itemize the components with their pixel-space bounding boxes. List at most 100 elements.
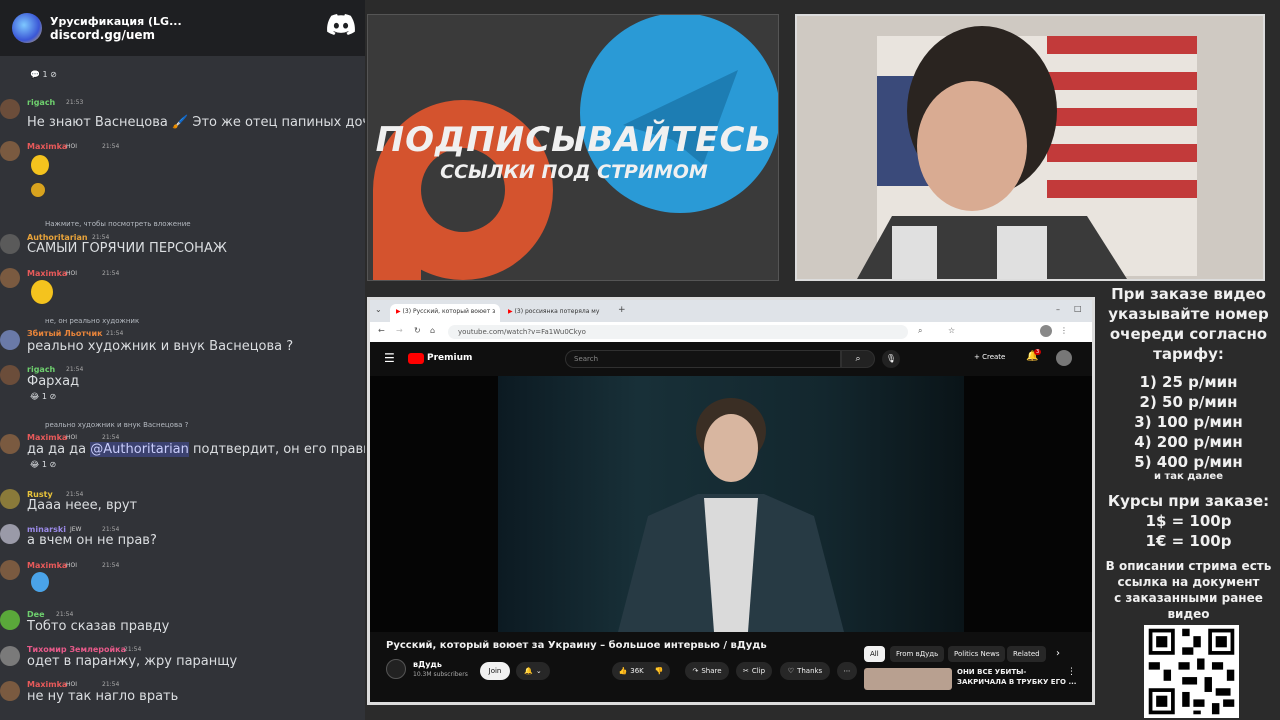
maximize-icon[interactable]: □ bbox=[1074, 304, 1082, 313]
chip-from-channel[interactable]: From вДудь bbox=[890, 646, 945, 662]
avatar bbox=[0, 610, 20, 630]
reaction[interactable]: 💬 1 ⊘ bbox=[30, 70, 57, 79]
notification-count-badge: 3 bbox=[1034, 349, 1042, 355]
video-frame bbox=[498, 376, 964, 632]
recommended-thumbnail[interactable] bbox=[864, 668, 952, 690]
server-name: Урусификация (LG... bbox=[50, 14, 182, 28]
emoji-face-icon bbox=[30, 571, 50, 593]
youtube-logo-icon[interactable] bbox=[408, 353, 424, 364]
search-input[interactable]: Search bbox=[565, 350, 841, 368]
browser-tab[interactable]: ▶ (3) россиянка потеряла му bbox=[502, 304, 610, 322]
message-text: не ну так нагло врать bbox=[27, 689, 179, 704]
rate-line: 1€ = 100р bbox=[1145, 532, 1232, 550]
minimize-icon[interactable]: – bbox=[1056, 305, 1060, 314]
username[interactable]: Dee bbox=[27, 610, 45, 619]
profile-icon[interactable] bbox=[1040, 325, 1052, 337]
message-text: Не знают Васнецова 🖌️ Это же отец папины… bbox=[27, 115, 365, 130]
username[interactable]: Maximka bbox=[27, 433, 67, 442]
more-actions-icon[interactable]: ⋯ bbox=[837, 662, 857, 680]
search-icon[interactable]: ⌕ bbox=[841, 350, 875, 368]
avatar bbox=[0, 234, 20, 254]
recommended-title-line2[interactable]: ЗАКРИЧАЛА В ТРУБКУ ЕГО ... bbox=[957, 678, 1076, 686]
create-button[interactable]: + Create bbox=[974, 353, 1005, 361]
avatar bbox=[0, 681, 20, 701]
channel-name[interactable]: вДудь bbox=[413, 660, 442, 669]
avatar bbox=[0, 330, 20, 350]
avatar[interactable] bbox=[1056, 350, 1072, 366]
reaction[interactable]: 😂 1 ⊘ bbox=[30, 460, 56, 469]
youtube-header: ☰ Premium Search ⌕ 🎙 + Create 🔔 3 bbox=[370, 342, 1092, 376]
description-line: В описании стрима есть bbox=[1105, 559, 1272, 573]
info-line: указывайте номер bbox=[1108, 305, 1269, 323]
chip-all[interactable]: All bbox=[864, 646, 885, 662]
thumbs-up-icon: 👍 bbox=[618, 667, 628, 675]
chevron-right-icon[interactable]: › bbox=[1056, 648, 1060, 659]
home-icon[interactable]: ⌂ bbox=[430, 326, 435, 335]
tariff-line: 1) 25 р/мин bbox=[1139, 373, 1238, 391]
channel-avatar[interactable] bbox=[386, 659, 406, 679]
invite-link[interactable]: discord.gg/uem bbox=[50, 28, 182, 42]
url-input[interactable]: youtube.com/watch?v=Fa1Wu0Ckyo bbox=[448, 325, 908, 339]
username[interactable]: rigach bbox=[27, 365, 55, 374]
join-button[interactable]: Join bbox=[480, 662, 510, 680]
timestamp: 21:53 bbox=[66, 99, 84, 106]
bell-icon: 🔔 bbox=[524, 667, 533, 675]
message-text: Дааа неее, врут bbox=[27, 498, 138, 513]
avatar bbox=[0, 524, 20, 544]
username[interactable]: Тихомир Землеройка bbox=[27, 645, 126, 654]
zoom-icon[interactable]: ⌕ bbox=[918, 326, 922, 336]
message-text: Фархад bbox=[27, 374, 80, 389]
reload-icon[interactable]: ↻ bbox=[414, 326, 421, 335]
thanks-icon: ♡ bbox=[787, 667, 795, 675]
microphone-icon[interactable]: 🎙 bbox=[882, 350, 900, 368]
chat-header: Урусификация (LG... discord.gg/uem bbox=[0, 0, 365, 56]
avatar bbox=[0, 560, 20, 580]
tariff-etc: и так далее bbox=[1153, 471, 1223, 482]
hoi-badge: HOI bbox=[66, 143, 78, 150]
mention[interactable]: @Authoritarian bbox=[90, 442, 189, 457]
browser-tab-active[interactable]: ▶ (3) Русский, который воюет з bbox=[390, 304, 500, 322]
info-line: тарифу: bbox=[1153, 345, 1224, 363]
hamburger-menu-icon[interactable]: ☰ bbox=[384, 351, 395, 365]
username[interactable]: rigach bbox=[27, 98, 55, 107]
address-bar-row: ← → ↻ ⌂ youtube.com/watch?v=Fa1Wu0Ckyo ⌕… bbox=[370, 322, 1092, 342]
username[interactable]: Maximka bbox=[27, 269, 67, 278]
thanks-button[interactable]: ♡ Thanks bbox=[780, 662, 830, 680]
youtube-premium-logo[interactable]: Premium bbox=[427, 353, 472, 363]
clip-button[interactable]: ✂ Clip bbox=[736, 662, 772, 680]
scissors-icon: ✂ bbox=[742, 667, 749, 675]
discord-icon bbox=[327, 14, 355, 35]
reply-preview[interactable]: Нажмите, чтобы посмотреть вложение bbox=[45, 220, 191, 228]
tab-menu-icon[interactable]: ⌄ bbox=[375, 305, 382, 314]
message-text: САМЫИ ГОРЯЧИИ ПЕРСОНАЖ bbox=[27, 241, 227, 256]
username[interactable]: Maximka bbox=[27, 142, 67, 151]
avatar bbox=[0, 99, 20, 119]
reply-preview[interactable]: не, он реально художник bbox=[45, 317, 139, 325]
back-icon[interactable]: ← bbox=[378, 326, 385, 335]
bookmark-star-icon[interactable]: ☆ bbox=[948, 326, 955, 335]
info-line: очереди согласно bbox=[1109, 325, 1268, 343]
browser-window: ▶ (3) Русский, который воюет з ▶ (3) рос… bbox=[367, 297, 1095, 705]
description-line: ссылка на документ bbox=[1117, 575, 1260, 589]
reaction[interactable]: 😂 1 ⊘ bbox=[30, 392, 56, 401]
jew-badge: JEW bbox=[70, 526, 82, 533]
more-options-icon[interactable]: ⋮ bbox=[1067, 667, 1076, 677]
subscribe-bell-button[interactable]: 🔔 ⌄ bbox=[516, 662, 550, 680]
username[interactable]: Maximka bbox=[27, 561, 67, 570]
reply-preview[interactable]: реально художник и внук Васнецова ? bbox=[45, 421, 188, 429]
browser-menu-icon[interactable]: ⋮ bbox=[1060, 326, 1068, 335]
new-tab-icon[interactable]: + bbox=[618, 305, 626, 315]
forward-icon[interactable]: → bbox=[396, 326, 403, 335]
avatar bbox=[0, 268, 20, 288]
recommended-title-line1[interactable]: ОНИ ВСЕ УБИТЫ- bbox=[957, 668, 1026, 676]
username[interactable]: Збитый Льотчик bbox=[27, 329, 103, 338]
video-player[interactable] bbox=[370, 376, 1092, 632]
description-line: с заказанными ранее bbox=[1114, 591, 1263, 605]
description-line: видео bbox=[1167, 607, 1210, 621]
like-button[interactable]: 👍 36K 👎 bbox=[612, 662, 670, 680]
share-button[interactable]: ↷ Share bbox=[685, 662, 729, 680]
tariff-line: 4) 200 р/мин bbox=[1134, 433, 1243, 451]
chip-related[interactable]: Related bbox=[1007, 646, 1046, 662]
username[interactable]: Maximka bbox=[27, 680, 67, 689]
chip-politics-news[interactable]: Politics News bbox=[948, 646, 1006, 662]
